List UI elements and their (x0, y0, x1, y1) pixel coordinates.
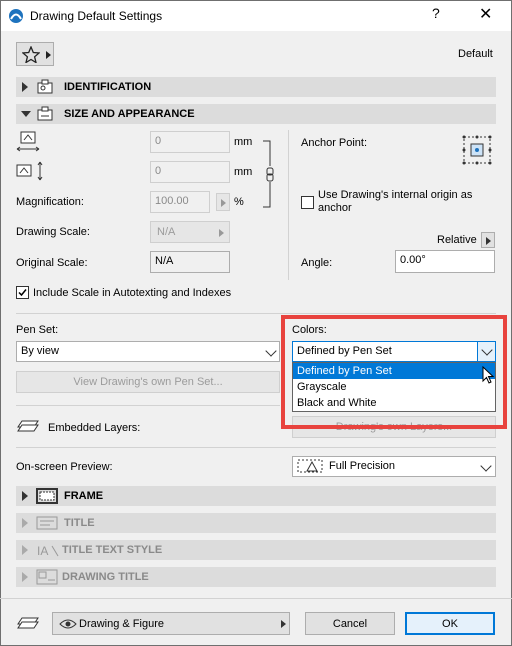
expand-arrow-icon (22, 82, 28, 92)
expand-arrow-icon (22, 545, 28, 555)
section-label: TITLE (64, 517, 95, 529)
layers-icon (17, 420, 39, 432)
section-title[interactable]: TITLE (16, 513, 496, 533)
svg-text:IA: IA (37, 544, 48, 558)
title-icon (36, 516, 58, 530)
section-label: IDENTIFICATION (64, 81, 152, 93)
eye-icon (59, 619, 77, 629)
ok-button[interactable]: OK (405, 612, 495, 635)
identification-icon (37, 79, 53, 94)
use-origin-checkbox[interactable] (301, 196, 314, 209)
height-icon (16, 161, 43, 181)
original-scale-field: N/A (150, 251, 230, 273)
magnification-label: Magnification: (16, 196, 84, 208)
divider (0, 598, 512, 599)
expand-arrow-icon (22, 518, 28, 528)
check-icon (18, 289, 27, 297)
chevron-right-icon (221, 199, 226, 207)
angle-field[interactable]: 0.00° (395, 250, 495, 273)
pen-set-select[interactable]: By view (16, 341, 280, 362)
drawing-title-icon (36, 569, 58, 585)
height-unit: mm (234, 166, 253, 178)
section-label: TITLE TEXT STYLE (62, 544, 163, 556)
collapse-arrow-icon (21, 111, 31, 117)
preview-value: Full Precision (329, 460, 396, 472)
chain-link-icon[interactable] (262, 140, 278, 208)
drawing-scale-value: N/A (157, 226, 176, 238)
cancel-button[interactable]: Cancel (305, 612, 395, 635)
anchor-point-label: Anchor Point: (301, 137, 368, 149)
full-precision-icon (297, 459, 323, 473)
chevron-down-icon (480, 460, 492, 472)
percent-unit: % (234, 196, 244, 208)
favorites-button[interactable] (16, 42, 54, 66)
relative-menu-button[interactable] (481, 232, 495, 248)
divider (16, 405, 280, 406)
relative-label: Relative (437, 234, 477, 246)
layer-value: Drawing & Figure (79, 618, 164, 630)
expand-arrow-icon (22, 572, 28, 582)
preset-label: Default (458, 48, 493, 60)
chevron-down-icon (265, 345, 277, 357)
section-title-text-style[interactable]: IA TITLE TEXT STYLE (16, 540, 496, 560)
preview-select[interactable]: Full Precision (292, 456, 496, 477)
chevron-right-icon (486, 237, 491, 245)
chevron-right-icon (219, 229, 224, 237)
include-scale-label: Include Scale in Autotexting and Indexes (33, 287, 232, 299)
text-style-icon: IA (37, 544, 59, 558)
angle-label: Angle: (301, 257, 333, 269)
highlight-annotation (281, 315, 507, 429)
section-label: FRAME (64, 490, 104, 502)
drawing-scale-select[interactable]: N/A (150, 221, 230, 243)
section-frame[interactable]: FRAME (16, 486, 496, 506)
layer-select[interactable]: Drawing & Figure (52, 612, 290, 635)
expand-arrow-icon (22, 491, 28, 501)
layers-icon (17, 617, 39, 629)
section-identification[interactable]: IDENTIFICATION (16, 77, 496, 97)
divider (16, 447, 496, 448)
pen-set-value: By view (21, 345, 59, 357)
chevron-right-icon (46, 51, 51, 59)
use-origin-label: Use Drawing's internal origin as anchor (318, 189, 473, 214)
height-field[interactable]: 0 (150, 161, 230, 183)
width-unit: mm (234, 136, 253, 148)
pen-set-label: Pen Set: (16, 324, 59, 336)
section-label: DRAWING TITLE (62, 571, 149, 583)
chevron-right-icon (281, 620, 286, 628)
star-icon (22, 46, 40, 63)
size-appearance-icon (37, 106, 53, 121)
view-pen-set-button[interactable]: View Drawing's own Pen Set... (16, 371, 280, 393)
app-icon (9, 9, 23, 23)
close-button[interactable]: ✕ (479, 4, 492, 24)
original-scale-label: Original Scale: (16, 257, 88, 269)
section-size-appearance[interactable]: SIZE AND APPEARANCE (16, 104, 496, 124)
include-scale-checkbox[interactable] (16, 286, 29, 299)
section-label: SIZE AND APPEARANCE (64, 108, 195, 120)
width-field[interactable]: 0 (150, 131, 230, 153)
embedded-layers-label: Embedded Layers: (48, 422, 141, 434)
window-title: Drawing Default Settings (30, 9, 163, 23)
divider (288, 130, 289, 280)
anchor-point-selector[interactable] (460, 133, 494, 167)
magnification-menu-button[interactable] (216, 193, 230, 211)
help-button[interactable]: ? (432, 5, 440, 21)
preview-label: On-screen Preview: (16, 461, 113, 473)
frame-icon (36, 488, 58, 504)
width-icon (16, 131, 40, 152)
section-drawing-title[interactable]: DRAWING TITLE (16, 567, 496, 587)
drawing-scale-label: Drawing Scale: (16, 226, 90, 238)
divider (16, 313, 496, 314)
magnification-field[interactable]: 100.00 (150, 191, 210, 213)
